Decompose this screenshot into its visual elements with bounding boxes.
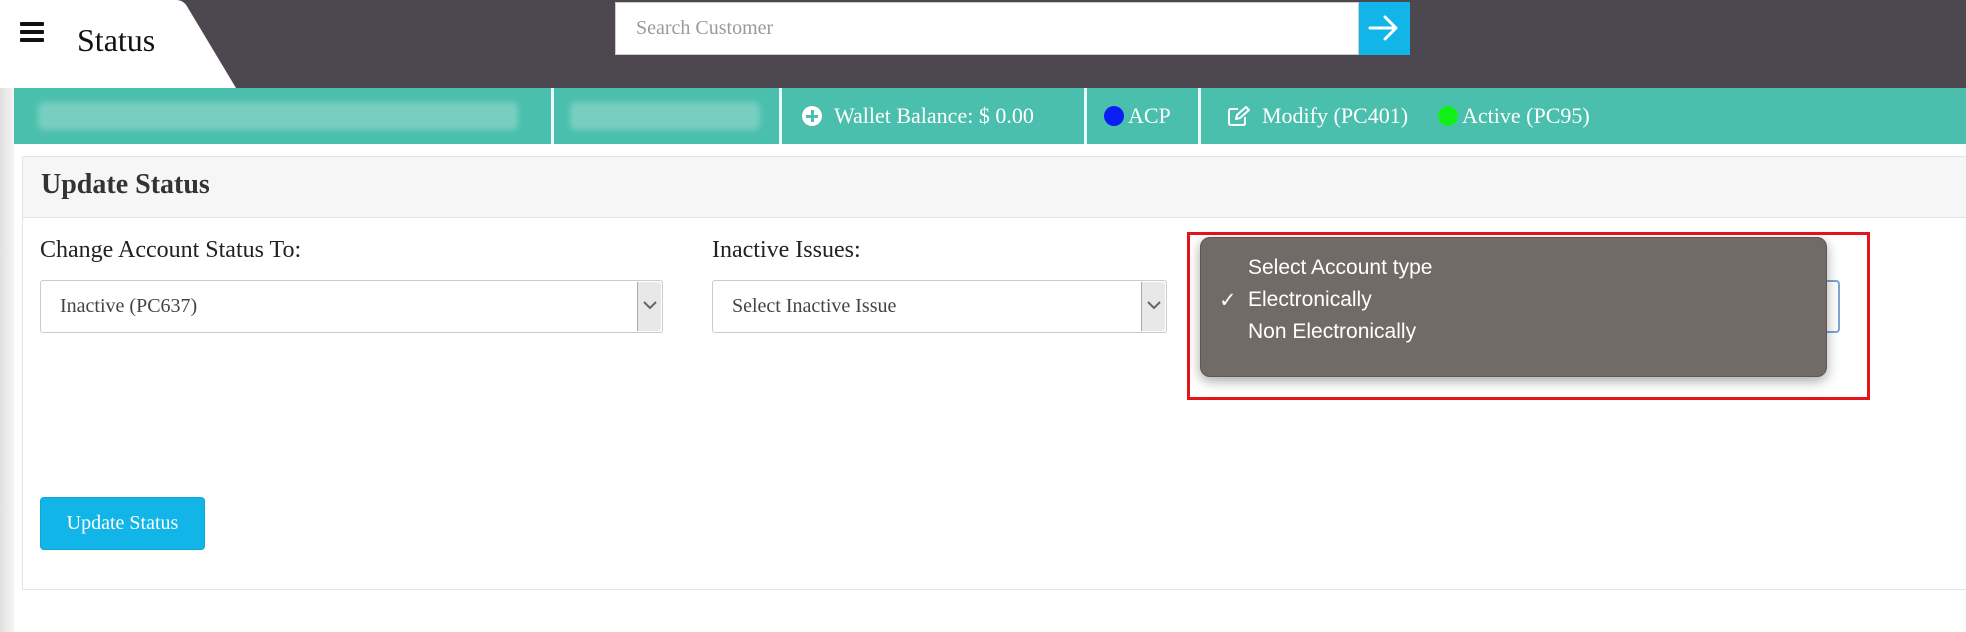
option-select-account-type[interactable]: Select Account type <box>1248 256 1432 280</box>
page-title: Status <box>77 22 156 58</box>
account-status-value: Inactive (PC637) <box>60 295 198 317</box>
update-status-button[interactable]: Update Status <box>40 497 205 550</box>
account-type-dropdown-menu: Select Account type ✓ Electronically Non… <box>1200 237 1827 377</box>
chevron-down-icon <box>637 282 661 331</box>
account-status-select[interactable]: Inactive (PC637) <box>40 280 663 333</box>
panel-title: Update Status <box>41 169 210 200</box>
chevron-down-icon <box>1141 282 1165 331</box>
info-divider <box>1084 88 1087 144</box>
wallet-balance[interactable]: Wallet Balance: $ 0.00 <box>802 88 1034 144</box>
acp-indicator: ACP <box>1104 88 1171 144</box>
active-label: Active (PC95) <box>1462 103 1590 128</box>
plus-circle-icon <box>802 106 822 126</box>
modify-label: Modify (PC401) <box>1262 103 1409 128</box>
acp-label: ACP <box>1128 103 1171 128</box>
account-status-label: Change Account Status To: <box>40 237 302 263</box>
search-button[interactable] <box>1359 2 1410 55</box>
arrow-right-icon <box>1368 15 1398 41</box>
edit-icon <box>1228 106 1250 126</box>
redacted-account-name <box>38 102 518 130</box>
wallet-balance-label: Wallet Balance: $ 0.00 <box>834 103 1034 128</box>
option-non-electronically[interactable]: Non Electronically <box>1248 320 1416 344</box>
info-divider <box>551 88 554 144</box>
inactive-issues-label: Inactive Issues: <box>712 237 861 263</box>
search-input[interactable] <box>615 2 1359 55</box>
active-indicator: Active (PC95) <box>1438 88 1590 144</box>
search-bar <box>615 2 1410 55</box>
modify-link[interactable]: Modify (PC401) <box>1228 88 1408 144</box>
green-dot-icon <box>1438 106 1458 126</box>
hamburger-icon[interactable] <box>20 22 44 42</box>
info-divider <box>1198 88 1201 144</box>
checkmark-icon: ✓ <box>1219 289 1237 312</box>
top-navbar: Status <box>0 0 1966 88</box>
inactive-issue-value: Select Inactive Issue <box>732 295 897 317</box>
left-edge-shade <box>0 88 14 632</box>
option-electronically[interactable]: Electronically <box>1248 288 1372 312</box>
title-tab: Status <box>0 0 236 88</box>
account-info-bar: Wallet Balance: $ 0.00 ACP Modify (PC401… <box>14 88 1966 144</box>
panel-header: Update Status <box>23 157 1966 218</box>
blue-dot-icon <box>1104 106 1124 126</box>
redacted-account-id <box>570 102 760 130</box>
inactive-issue-select[interactable]: Select Inactive Issue <box>712 280 1167 333</box>
info-divider <box>779 88 782 144</box>
